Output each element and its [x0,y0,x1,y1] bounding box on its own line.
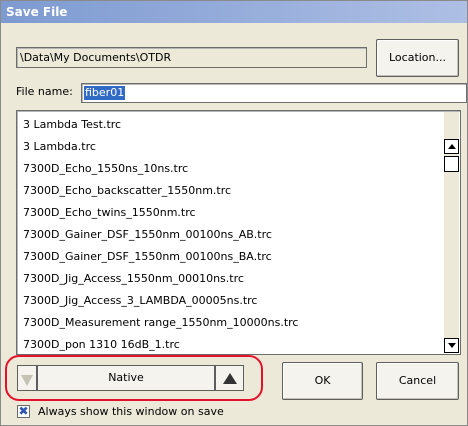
list-item[interactable]: 7300D_Echo_twins_1550nm.trc [23,205,196,221]
always-show-checkbox[interactable]: ✖ [17,405,30,418]
list-item[interactable]: 7300D_Echo_1550ns_10ns.trc [23,161,188,177]
format-value: Native [37,365,215,391]
arrow-up-icon [447,144,456,149]
triangle-down-icon [21,375,33,386]
save-file-dialog: Save File \Data\My Documents\OTDR Locati… [0,0,468,426]
list-item[interactable]: 7300D_Jig_Access_1550nm_00010ns.trc [23,271,244,287]
list-item[interactable]: 7300D_Gainer_DSF_1550nm_00100ns_BA.trc [23,249,272,265]
list-item[interactable]: 7300D_Echo_backscatter_1550nm.trc [23,183,231,199]
file-name-value: fiber01 [84,86,126,100]
file-name-input[interactable]: fiber01 [81,83,467,103]
location-button[interactable]: Location... [376,39,459,77]
list-item[interactable]: 7300D_pon 1310 16dB_1.trc [23,337,180,353]
cancel-button[interactable]: Cancel [376,362,459,400]
location-path-field: \Data\My Documents\OTDR [16,47,367,68]
list-item[interactable]: 3 Lambda.trc [23,139,96,155]
file-list-scrollbar[interactable] [444,112,459,353]
scroll-down-button[interactable] [444,338,459,353]
scroll-up-button[interactable] [444,139,459,154]
file-name-label: File name: [16,85,73,98]
format-previous-button[interactable] [17,365,37,391]
format-next-button[interactable] [215,365,244,391]
list-item[interactable]: 7300D_Gainer_DSF_1550nm_00100ns_AB.trc [23,227,272,243]
triangle-up-icon [222,373,237,384]
list-item[interactable]: 3 Lambda Test.trc [23,117,121,133]
arrow-down-icon [447,343,456,348]
list-item[interactable]: 7300D_Jig_Access_3_LAMBDA_00005ns.trc [23,293,257,309]
ok-button[interactable]: OK [282,362,363,400]
scroll-thumb[interactable] [444,156,459,172]
always-show-label: Always show this window on save [38,405,224,418]
list-item[interactable]: 7300D_Measurement range_1550nm_10000ns.t… [23,315,298,331]
dialog-title: Save File [1,1,467,23]
file-list[interactable]: 3 Lambda Test.trc 3 Lambda.trc 7300D_Ech… [16,110,461,355]
